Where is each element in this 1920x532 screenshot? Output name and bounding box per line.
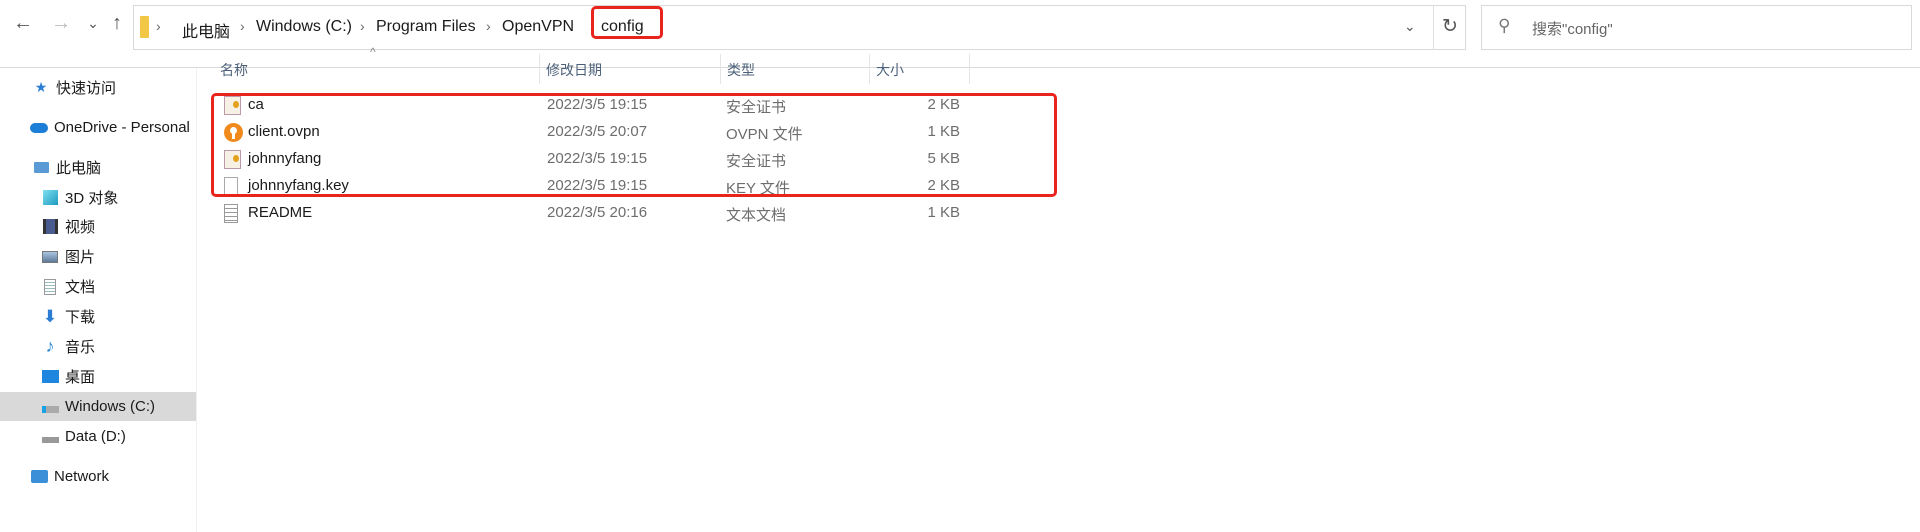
up-button[interactable]: ↑ — [104, 12, 130, 34]
column-divider[interactable] — [969, 54, 970, 84]
sidebar-item-videos[interactable]: 视频 — [0, 212, 196, 241]
picture-icon — [41, 249, 59, 265]
forward-button[interactable]: → — [48, 12, 74, 34]
drive-icon — [41, 429, 59, 445]
sidebar-item-label: 视频 — [65, 219, 96, 236]
sidebar-item-label: Windows (C:) — [65, 398, 156, 415]
breadcrumb-separator: › — [360, 18, 365, 34]
sidebar-item-label: OneDrive - Personal — [54, 119, 190, 136]
file-type: 文本文档 — [726, 207, 787, 224]
sidebar-item-network[interactable]: Network — [0, 462, 196, 491]
highlight-box — [211, 93, 1057, 197]
sidebar-item-label: 快速访问 — [56, 80, 117, 97]
address-dropdown-button[interactable]: ⌄ — [1404, 18, 1416, 35]
cube-icon — [41, 190, 59, 206]
search-input[interactable]: ⚲ 搜索"config" — [1481, 5, 1912, 50]
sidebar-item-label: Network — [54, 468, 110, 485]
sidebar-item-documents[interactable]: 文档 — [0, 272, 196, 301]
file-date: 2022/3/5 20:16 — [547, 204, 648, 221]
column-header-date[interactable]: 修改日期 — [540, 56, 720, 84]
sidebar-item-label: 图片 — [65, 249, 96, 266]
music-icon: ♪ — [45, 336, 55, 356]
recent-locations-button[interactable]: ⌄ — [80, 12, 106, 34]
sidebar-item-label: 下载 — [65, 309, 96, 326]
divider — [1433, 6, 1434, 49]
address-bar[interactable]: › 此电脑 › Windows (C:) › Program Files › O… — [133, 5, 1466, 50]
highlight-box — [591, 6, 663, 39]
breadcrumb-openvpn[interactable]: OpenVPN — [502, 18, 574, 36]
sidebar-item-desktop[interactable]: 桌面 — [0, 362, 196, 391]
search-icon: ⚲ — [1498, 16, 1511, 35]
desktop-icon — [41, 369, 59, 385]
sidebar-item-downloads[interactable]: ⬇ 下载 — [0, 302, 196, 331]
sidebar-item-onedrive[interactable]: OneDrive - Personal — [0, 113, 196, 142]
sidebar-item-label: Data (D:) — [65, 428, 126, 445]
sidebar-item-data-d[interactable]: Data (D:) — [0, 422, 196, 451]
file-size: 1 KB — [927, 204, 960, 221]
download-icon: ⬇ — [42, 306, 58, 326]
sidebar-item-label: 桌面 — [65, 369, 96, 386]
breadcrumb-separator: › — [486, 18, 491, 34]
sidebar-item-3d-objects[interactable]: 3D 对象 — [0, 183, 196, 212]
refresh-button[interactable]: ↻ — [1442, 15, 1458, 38]
computer-icon — [32, 160, 50, 176]
network-icon — [30, 469, 48, 485]
sidebar-item-this-pc[interactable]: 此电脑 — [0, 153, 196, 182]
text-file-icon — [224, 204, 238, 223]
column-header-type[interactable]: 类型 — [721, 56, 869, 84]
sidebar-item-windows-c[interactable]: Windows (C:) — [0, 392, 196, 421]
sidebar-item-label: 3D 对象 — [65, 190, 119, 207]
column-header-name[interactable]: 名称 — [214, 56, 539, 84]
folder-icon — [140, 16, 149, 38]
sidebar-divider — [196, 68, 197, 532]
sidebar-item-label: 文档 — [65, 279, 96, 296]
video-icon — [41, 219, 59, 235]
breadcrumb-windows-c[interactable]: Windows (C:) — [256, 18, 352, 36]
sidebar-item-quick-access[interactable]: ★ 快速访问 — [0, 73, 196, 102]
star-icon: ★ — [34, 79, 48, 95]
breadcrumb-program-files[interactable]: Program Files — [376, 18, 476, 36]
file-name: README — [248, 204, 313, 221]
sidebar-item-music[interactable]: ♪ 音乐 — [0, 332, 196, 361]
breadcrumb-separator: › — [156, 18, 161, 34]
sidebar-item-pictures[interactable]: 图片 — [0, 242, 196, 271]
search-placeholder: 搜索"config" — [1532, 21, 1613, 38]
sidebar-item-label: 音乐 — [65, 339, 96, 356]
breadcrumb-this-pc[interactable]: 此电脑 — [182, 18, 230, 42]
cloud-icon — [30, 120, 48, 136]
column-header-size[interactable]: 大小 — [870, 56, 970, 84]
file-row[interactable]: README 2022/3/5 20:16 文本文档 1 KB — [214, 200, 974, 227]
back-button[interactable]: ← — [10, 12, 36, 34]
sidebar-item-label: 此电脑 — [56, 160, 102, 177]
document-icon — [41, 278, 59, 295]
drive-icon — [41, 399, 59, 415]
breadcrumb-separator: › — [240, 18, 245, 34]
